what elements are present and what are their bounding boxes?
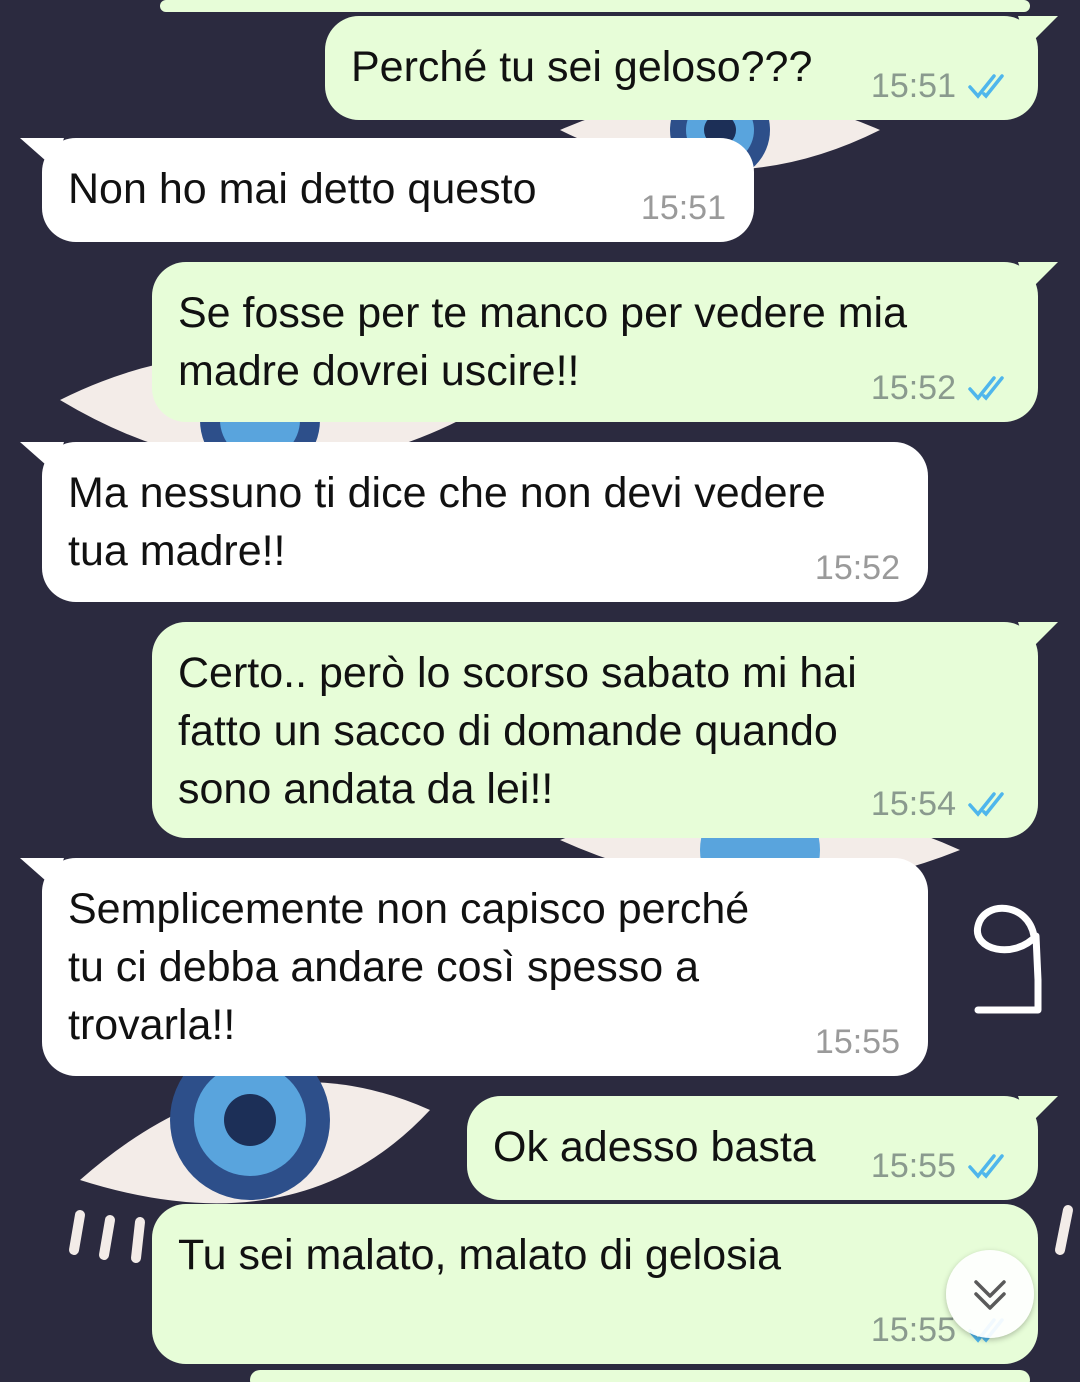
- message-meta: 15:52: [815, 548, 900, 588]
- double-chevron-down-icon: [974, 1280, 1006, 1310]
- message-time: 15:51: [870, 67, 956, 105]
- message-time: 15:55: [870, 1147, 956, 1185]
- message-time: 15:55: [870, 1311, 956, 1349]
- message-text: Tu sei malato, malato di gelosia: [178, 1231, 782, 1279]
- double-check-icon: [968, 376, 1004, 401]
- message-time: 15:54: [870, 785, 956, 823]
- message-time: 15:52: [814, 549, 900, 587]
- message-text: Perché tu sei geloso???: [351, 43, 813, 91]
- message-bubble-outgoing[interactable]: Tu sei malato, malato di gelosia 15:55: [152, 1204, 1038, 1364]
- message-time: 15:55: [814, 1023, 900, 1061]
- message-text: Certo.. però lo scorso sabato mi hai fat…: [178, 649, 857, 813]
- message-meta: 15:55: [815, 1022, 900, 1062]
- scroll-to-bottom-button[interactable]: [946, 1250, 1034, 1338]
- message-meta: 15:51: [871, 66, 1012, 106]
- double-check-icon: [968, 792, 1004, 817]
- bubble-tail: [1018, 622, 1058, 652]
- message-meta: 15:51: [641, 188, 726, 228]
- message-bubble-outgoing[interactable]: Ok adesso basta 15:55: [467, 1096, 1058, 1200]
- message-text: Se fosse per te manco per vedere mia mad…: [178, 289, 907, 395]
- message-meta: 15:54: [871, 784, 1012, 824]
- bubble-tail: [20, 442, 64, 472]
- bubble-tail: [20, 858, 64, 888]
- next-bubble-edge: [250, 1370, 1030, 1382]
- bubble-tail: [1018, 1096, 1058, 1126]
- handwritten-number-annotation: 9: [974, 904, 1042, 1014]
- message-meta: 15:52: [871, 368, 1012, 408]
- message-bubble-incoming[interactable]: Non ho mai detto questo 15:51: [20, 138, 754, 242]
- bubble-tail: [1018, 16, 1058, 46]
- message-time: 15:51: [640, 189, 726, 227]
- message-bubble-incoming[interactable]: Ma nessuno ti dice che non devi vedere t…: [20, 442, 928, 602]
- bubble-tail: [1018, 262, 1058, 292]
- message-text: Ok adesso basta: [493, 1123, 816, 1171]
- message-meta: 15:55: [871, 1146, 1012, 1186]
- previous-bubble-edge: [160, 0, 1030, 12]
- message-text: Semplicemente non capisco perché tu ci d…: [68, 885, 750, 1049]
- double-check-icon: [968, 74, 1004, 99]
- message-bubble-outgoing[interactable]: Se fosse per te manco per vedere mia mad…: [152, 262, 1058, 422]
- message-bubble-outgoing[interactable]: Certo.. però lo scorso sabato mi hai fat…: [152, 622, 1058, 838]
- message-bubble-incoming[interactable]: Semplicemente non capisco perché tu ci d…: [20, 858, 928, 1076]
- message-bubble-outgoing[interactable]: Perché tu sei geloso??? 15:51: [325, 16, 1058, 120]
- double-check-icon: [968, 1154, 1004, 1179]
- message-text: Ma nessuno ti dice che non devi vedere t…: [68, 469, 826, 575]
- message-text: Non ho mai detto questo: [68, 165, 537, 213]
- message-time: 15:52: [870, 369, 956, 407]
- bubble-tail: [20, 138, 64, 168]
